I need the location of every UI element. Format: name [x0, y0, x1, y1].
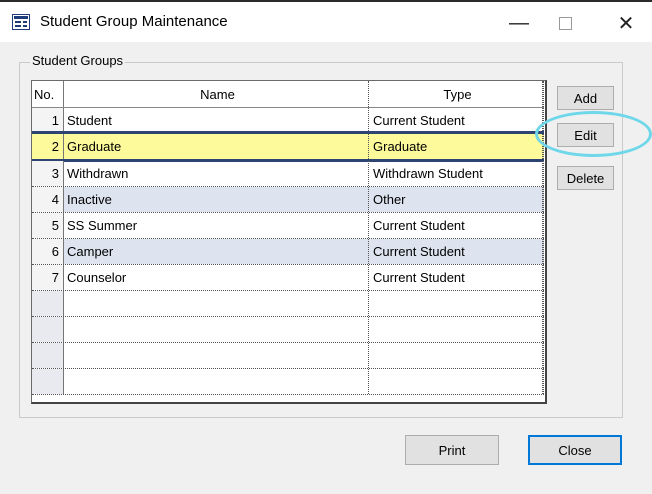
row-extra-empty	[543, 369, 544, 394]
delete-button[interactable]: Delete	[557, 166, 614, 190]
close-button[interactable]: Close	[528, 435, 622, 465]
row-extra	[543, 239, 544, 264]
empty-row[interactable]	[32, 369, 544, 395]
row-name-empty[interactable]	[64, 291, 369, 316]
maximize-button[interactable]	[543, 8, 587, 38]
row-extra	[543, 265, 544, 290]
row-type[interactable]: Current Student	[369, 265, 543, 290]
row-number: 5	[32, 213, 64, 238]
column-header-extra	[543, 81, 544, 107]
row-type[interactable]: Withdrawn Student	[369, 161, 543, 186]
empty-row[interactable]	[32, 317, 544, 343]
row-number-empty	[32, 343, 64, 368]
row-number: 3	[32, 161, 64, 186]
row-extra-empty	[543, 291, 544, 316]
row-type-empty[interactable]	[369, 317, 543, 342]
table-row[interactable]: 7 Counselor Current Student	[32, 265, 544, 291]
table-row[interactable]: 3 Withdrawn Withdrawn Student	[32, 161, 544, 187]
row-type[interactable]: Current Student	[369, 239, 543, 264]
row-type-empty[interactable]	[369, 369, 543, 394]
table-row-selected[interactable]: 2 Graduate Graduate	[32, 131, 544, 162]
row-name[interactable]: Camper	[64, 239, 369, 264]
row-type[interactable]: Graduate	[369, 134, 543, 159]
table-row[interactable]: 5 SS Summer Current Student	[32, 213, 544, 239]
row-type[interactable]: Current Student	[369, 213, 543, 238]
row-number: 7	[32, 265, 64, 290]
row-extra	[543, 213, 544, 238]
student-groups-grid[interactable]: No. Name Type 1 Student Current Student …	[31, 80, 547, 404]
row-name[interactable]: Graduate	[64, 134, 369, 159]
table-row[interactable]: 4 Inactive Other	[32, 187, 544, 213]
row-extra	[543, 161, 544, 186]
row-name[interactable]: Inactive	[64, 187, 369, 212]
empty-row[interactable]	[32, 343, 544, 369]
groupbox-label: Student Groups	[30, 53, 126, 68]
column-header-type[interactable]: Type	[369, 81, 543, 107]
app-window-icon	[12, 14, 30, 30]
minimize-button[interactable]: —	[497, 8, 541, 38]
row-name-empty[interactable]	[64, 317, 369, 342]
add-button[interactable]: Add	[557, 86, 614, 110]
row-name[interactable]: Counselor	[64, 265, 369, 290]
row-name-empty[interactable]	[64, 369, 369, 394]
row-extra-empty	[543, 317, 544, 342]
row-number-empty	[32, 369, 64, 394]
row-number-empty	[32, 291, 64, 316]
row-extra	[543, 187, 544, 212]
row-type-empty[interactable]	[369, 291, 543, 316]
row-extra-empty	[543, 343, 544, 368]
row-name[interactable]: Student	[64, 108, 369, 133]
grid-header-row: No. Name Type	[32, 81, 544, 108]
column-header-no[interactable]: No.	[32, 81, 64, 107]
row-number: 2	[32, 134, 64, 159]
close-window-button[interactable]: ✕	[604, 8, 648, 38]
row-type-empty[interactable]	[369, 343, 543, 368]
row-name[interactable]: SS Summer	[64, 213, 369, 238]
print-button[interactable]: Print	[405, 435, 499, 465]
row-type[interactable]: Current Student	[369, 108, 543, 133]
row-number: 4	[32, 187, 64, 212]
title-bar: Student Group Maintenance — ✕	[0, 0, 652, 42]
empty-row[interactable]	[32, 291, 544, 317]
row-name-empty[interactable]	[64, 343, 369, 368]
highlight-annotation	[535, 111, 652, 157]
row-number: 6	[32, 239, 64, 264]
row-number-empty	[32, 317, 64, 342]
column-header-name[interactable]: Name	[64, 81, 369, 107]
window-title: Student Group Maintenance	[40, 13, 228, 30]
row-number: 1	[32, 108, 64, 133]
table-row[interactable]: 6 Camper Current Student	[32, 239, 544, 265]
row-type[interactable]: Other	[369, 187, 543, 212]
row-name[interactable]: Withdrawn	[64, 161, 369, 186]
maximize-icon	[558, 16, 572, 30]
